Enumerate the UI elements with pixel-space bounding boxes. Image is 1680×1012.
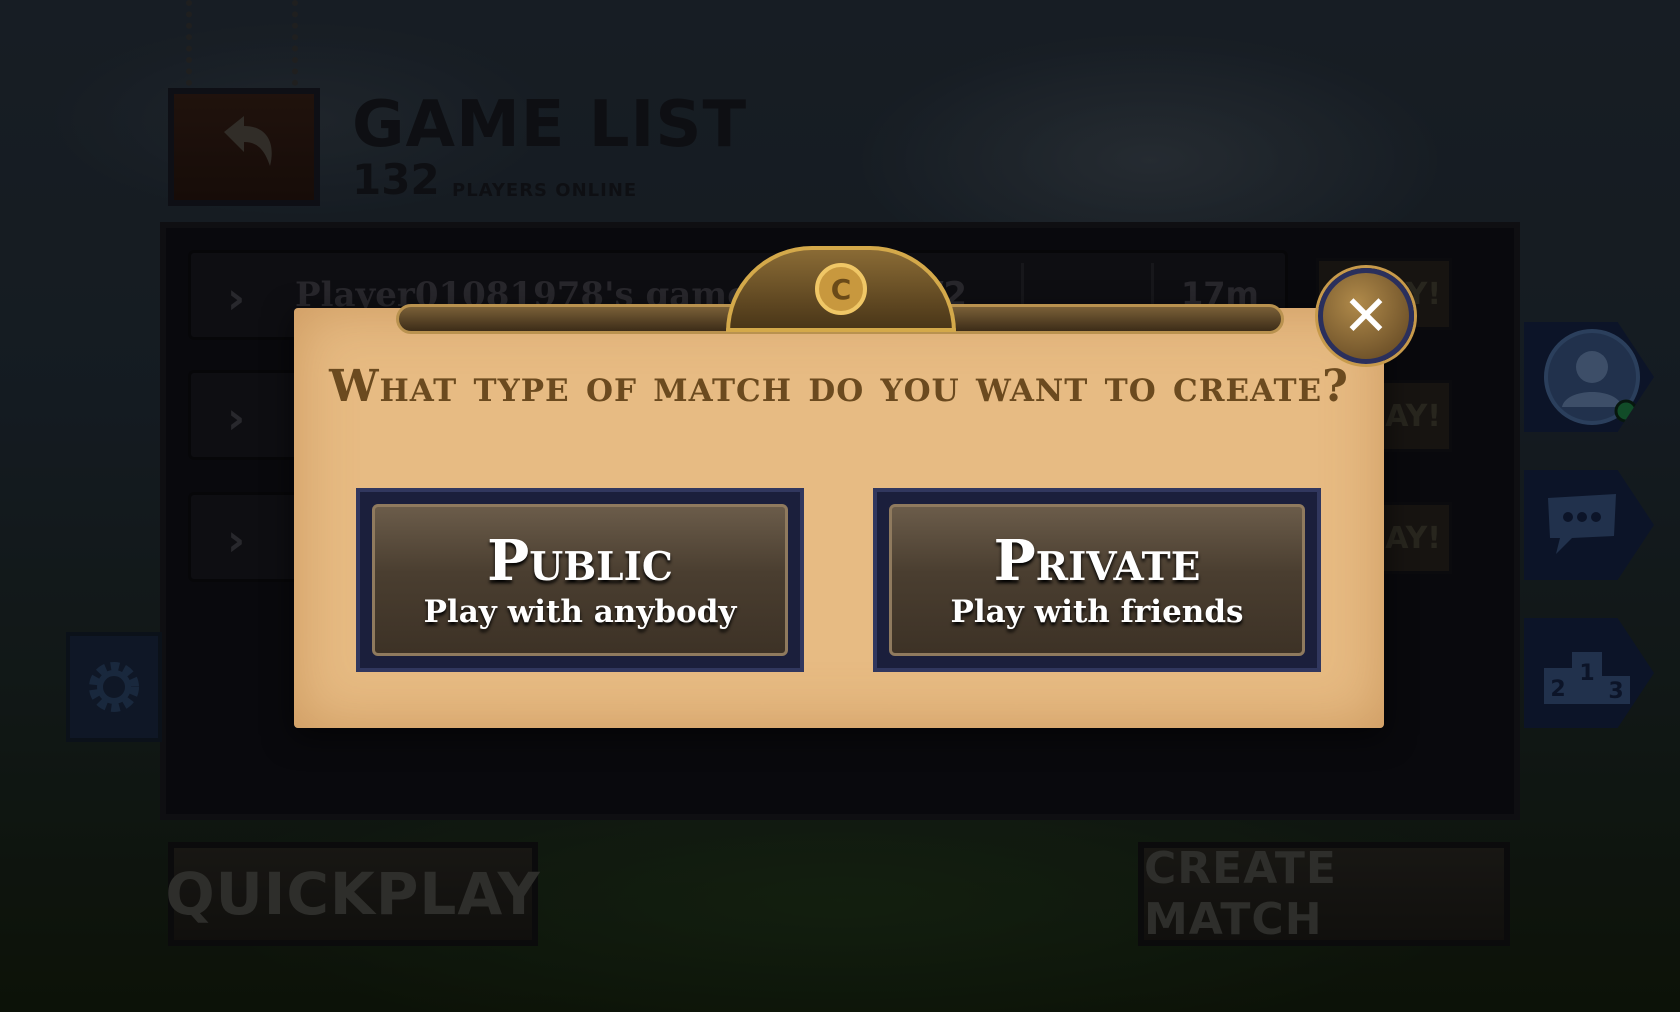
- close-button[interactable]: ✕: [1318, 268, 1414, 364]
- private-match-button[interactable]: Private Play with friends: [873, 488, 1321, 672]
- dialog-question: What type of match do you want to create…: [329, 361, 1349, 412]
- crest-emblem-icon: C: [815, 263, 867, 315]
- private-title: Private: [993, 528, 1201, 594]
- public-title: Public: [487, 528, 673, 594]
- private-button-face: Private Play with friends: [889, 504, 1305, 656]
- public-match-button[interactable]: Public Play with anybody: [356, 488, 804, 672]
- close-icon: ✕: [1342, 283, 1390, 349]
- public-subtitle: Play with anybody: [423, 594, 737, 630]
- public-button-face: Public Play with anybody: [372, 504, 788, 656]
- private-subtitle: Play with friends: [950, 594, 1244, 630]
